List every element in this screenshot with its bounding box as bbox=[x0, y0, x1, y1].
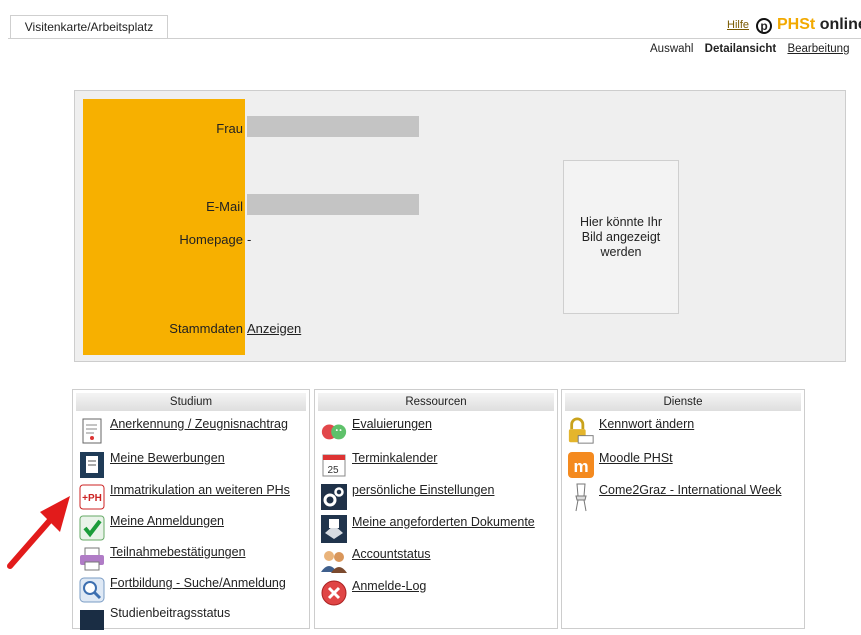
magnifier-icon bbox=[78, 575, 106, 605]
list-item[interactable]: Fortbildung - Suche/Anmeldung bbox=[78, 575, 286, 605]
users-icon bbox=[320, 546, 348, 576]
subnav-detailansicht: Detailansicht bbox=[704, 43, 777, 55]
list-item[interactable]: Kennwort ändern bbox=[567, 416, 694, 446]
view-subnav: Auswahl Detailansicht Bearbeitung bbox=[650, 43, 857, 55]
annotation-arrow-icon bbox=[7, 496, 70, 569]
dokumente-link[interactable]: Meine angeforderten Dokumente bbox=[352, 515, 535, 529]
stammdaten-link[interactable]: Anzeigen bbox=[247, 321, 301, 336]
stammdaten-label: Stammdaten bbox=[169, 321, 243, 336]
logo-text-phst: PHSt bbox=[777, 16, 816, 33]
moodle-icon: m bbox=[567, 450, 595, 480]
accountstatus-link[interactable]: Accountstatus bbox=[352, 547, 431, 561]
list-item[interactable]: Anmelde-Log bbox=[320, 578, 426, 608]
calendar-day-number: 25 bbox=[327, 465, 339, 476]
calendar-icon: 25 bbox=[320, 450, 348, 480]
phst-logo-icon: p bbox=[756, 18, 772, 34]
email-redacted bbox=[247, 194, 419, 215]
label-column: Frau E-Mail Homepage Stammdaten bbox=[83, 99, 245, 355]
logo-text-online: online bbox=[819, 16, 861, 33]
list-item[interactable]: Meine Bewerbungen bbox=[78, 450, 225, 480]
list-item[interactable]: persönliche Einstellungen bbox=[320, 482, 494, 512]
homepage-label: Homepage bbox=[179, 232, 243, 247]
teilnahmebestaetigungen-link[interactable]: Teilnahmebestätigungen bbox=[110, 545, 246, 559]
list-item[interactable]: 25 Terminkalender bbox=[320, 450, 437, 480]
anmelde-log-link[interactable]: Anmelde-Log bbox=[352, 579, 426, 593]
studium-header: Studium bbox=[76, 393, 306, 411]
lock-icon bbox=[567, 416, 595, 446]
studienbeitragsstatus-label: Studienbeitragsstatus bbox=[110, 606, 231, 620]
list-item[interactable]: Meine Anmeldungen bbox=[78, 513, 224, 543]
kennwort-link[interactable]: Kennwort ändern bbox=[599, 417, 694, 431]
anmeldungen-link[interactable]: Meine Anmeldungen bbox=[110, 514, 224, 528]
close-circle-icon bbox=[320, 578, 348, 608]
tab-bar-divider bbox=[8, 38, 861, 39]
name-redacted bbox=[247, 116, 419, 137]
smiley-icon bbox=[320, 416, 348, 446]
list-item[interactable]: m Moodle PHSt bbox=[567, 450, 673, 480]
list-item[interactable]: +PH Immatrikulation an weiteren PHs bbox=[78, 482, 290, 512]
dienste-panel: Dienste Kennwort ändern m Moodle PHSt Co… bbox=[561, 389, 805, 629]
list-item[interactable]: Anerkennung / Zeugnisnachtrag bbox=[78, 416, 288, 446]
checkmark-icon bbox=[78, 513, 106, 543]
evaluierungen-link[interactable]: Evaluierungen bbox=[352, 417, 432, 431]
fortbildung-link[interactable]: Fortbildung - Suche/Anmeldung bbox=[110, 576, 286, 590]
application-icon bbox=[78, 450, 106, 480]
einstellungen-link[interactable]: persönliche Einstellungen bbox=[352, 483, 494, 497]
ressourcen-panel: Ressourcen Evaluierungen 25 Terminkalend… bbox=[314, 389, 558, 629]
salutation-label: Frau bbox=[216, 121, 243, 136]
moodle-link[interactable]: Moodle PHSt bbox=[599, 451, 673, 465]
phst-online-logo[interactable]: PHSt online bbox=[777, 16, 861, 34]
bewerbungen-link[interactable]: Meine Bewerbungen bbox=[110, 451, 225, 465]
come2graz-link[interactable]: Come2Graz - International Week bbox=[599, 483, 782, 497]
list-item[interactable]: Evaluierungen bbox=[320, 416, 432, 446]
plus-ph-icon: +PH bbox=[78, 482, 106, 512]
list-item[interactable]: Meine angeforderten Dokumente bbox=[320, 514, 535, 544]
list-item[interactable]: Studienbeitragsstatus bbox=[78, 605, 230, 635]
email-label: E-Mail bbox=[206, 199, 243, 214]
homepage-value: - bbox=[247, 232, 252, 247]
top-bar: Visitenkarte/Arbeitsplatz Hilfe p PHSt o… bbox=[0, 0, 861, 40]
help-link[interactable]: Hilfe bbox=[727, 19, 749, 31]
svg-text:m: m bbox=[573, 457, 588, 476]
terminkalender-link[interactable]: Terminkalender bbox=[352, 451, 437, 465]
list-item[interactable]: Come2Graz - International Week bbox=[567, 482, 782, 512]
chair-icon bbox=[567, 482, 595, 512]
monitor-icon bbox=[78, 605, 106, 635]
list-item[interactable]: Accountstatus bbox=[320, 546, 431, 576]
document-icon bbox=[78, 416, 106, 446]
gears-icon bbox=[320, 482, 348, 512]
studium-panel: Studium Anerkennung / Zeugnisnachtrag Me… bbox=[72, 389, 310, 630]
svg-text:+PH: +PH bbox=[82, 493, 102, 504]
profile-card: Frau E-Mail Homepage Stammdaten - Anzeig… bbox=[74, 90, 846, 362]
immatrikulation-link[interactable]: Immatrikulation an weiteren PHs bbox=[110, 483, 290, 497]
dienste-header: Dienste bbox=[565, 393, 801, 411]
anerkennung-link[interactable]: Anerkennung / Zeugnisnachtrag bbox=[110, 417, 288, 431]
tab-visitenkarte[interactable]: Visitenkarte/Arbeitsplatz bbox=[10, 15, 168, 39]
subnav-bearbeitung[interactable]: Bearbeitung bbox=[787, 43, 849, 55]
list-item[interactable]: Teilnahmebestätigungen bbox=[78, 544, 246, 574]
profile-photo-placeholder: Hier könnte Ihr Bild angezeigt werden bbox=[563, 160, 679, 314]
subnav-auswahl[interactable]: Auswahl bbox=[650, 43, 693, 55]
printer-icon bbox=[78, 544, 106, 574]
document-request-icon bbox=[320, 514, 348, 544]
ressourcen-header: Ressourcen bbox=[318, 393, 554, 411]
